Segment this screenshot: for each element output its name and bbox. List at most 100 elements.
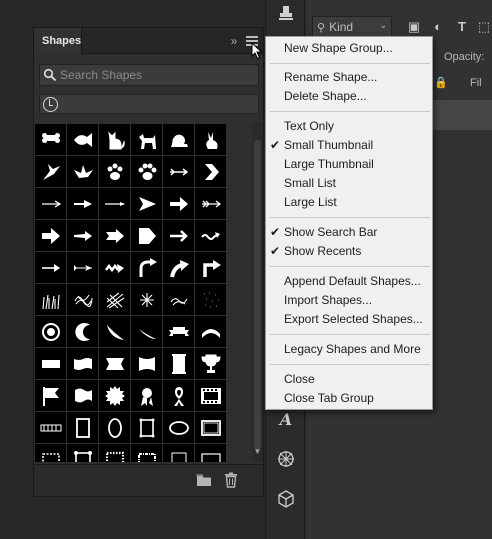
menu-item-import-shapes[interactable]: Import Shapes...	[284, 291, 372, 310]
shape-thumbnail-crescent[interactable]	[67, 316, 98, 347]
shape-thumbnail-arrow-simple[interactable]	[35, 252, 66, 283]
pattern-icon[interactable]	[272, 446, 300, 472]
menu-item-close-tab-group[interactable]: Close Tab Group	[284, 389, 374, 408]
shape-thumbnail-frame-oval[interactable]	[99, 412, 130, 443]
shape-thumbnail-scroll-paper[interactable]	[163, 348, 194, 379]
shape-thumbnail-flag[interactable]	[35, 380, 66, 411]
collapse-panel-icon[interactable]: »	[227, 33, 241, 49]
3d-cube-icon[interactable]	[272, 486, 300, 512]
scroll-down-arrow-icon[interactable]: ▼	[253, 447, 262, 457]
shape-thumbnail-arrow-thin[interactable]	[35, 188, 66, 219]
shape-thumbnail-arrow-curve-up[interactable]	[163, 252, 194, 283]
menu-item-small-list[interactable]: Small List	[284, 174, 336, 193]
shape-thumbnail-arrow-corner[interactable]	[195, 252, 226, 283]
shape-thumbnail-leaf-texture[interactable]	[99, 284, 130, 315]
clock-icon[interactable]	[43, 97, 58, 112]
shape-thumbnail-frame-square[interactable]	[195, 412, 226, 443]
shape-thumbnail-frame-thin[interactable]	[163, 444, 194, 462]
stamp-icon[interactable]	[272, 0, 300, 26]
shape-thumbnail-scroll-splash[interactable]	[163, 284, 194, 315]
shape-thumbnail-wave-arrow[interactable]	[195, 220, 226, 251]
shape-thumbnail-frame-grunge[interactable]	[131, 444, 162, 462]
shape-thumbnail-border-ruler[interactable]	[35, 412, 66, 443]
type-filter-icon[interactable]: T	[454, 19, 470, 35]
shape-thumbnail-fish[interactable]	[67, 124, 98, 155]
shape-thumbnail-banner-wavy[interactable]	[67, 348, 98, 379]
shape-thumbnail-arrow-dart[interactable]	[67, 252, 98, 283]
shape-thumbnail-arrow-bold[interactable]	[163, 188, 194, 219]
menu-item-large-thumbnail[interactable]: Large Thumbnail	[284, 155, 374, 174]
shape-thumbnail-squiggle-arrow[interactable]	[99, 252, 130, 283]
shape-thumbnail-bird-flying[interactable]	[35, 156, 66, 187]
shape-thumbnail-arrow-pentagon[interactable]	[131, 220, 162, 251]
shape-thumbnail-frame-ornate[interactable]	[131, 412, 162, 443]
shape-thumbnail-banner-notched[interactable]	[99, 348, 130, 379]
shape-thumbnail-arrow-thin-long[interactable]	[99, 188, 130, 219]
shape-thumbnail-dove[interactable]	[67, 156, 98, 187]
menu-item-legacy-shapes[interactable]: Legacy Shapes and More	[284, 340, 421, 359]
menu-item-rename-shape[interactable]: Rename Shape...	[284, 68, 377, 87]
shape-thumbnail-arrow-fletched[interactable]	[195, 188, 226, 219]
shape-thumbnail-arrow-block[interactable]	[35, 220, 66, 251]
shape-thumbnail-arrow-point[interactable]	[67, 220, 98, 251]
menu-item-small-thumbnail[interactable]: ✔ Small Thumbnail	[270, 136, 373, 155]
shape-thumbnail-frame-rectangle[interactable]	[67, 412, 98, 443]
menu-item-append-default-shapes[interactable]: Append Default Shapes...	[284, 272, 421, 291]
shape-thumbnail-banner-rectangle[interactable]	[35, 348, 66, 379]
shape-thumbnail-seal-badge[interactable]	[99, 380, 130, 411]
shape-thumbnail-bone[interactable]	[35, 124, 66, 155]
scrollbar[interactable]: ▼	[252, 122, 263, 462]
shape-thumbnail-awareness-ribbon[interactable]	[163, 380, 194, 411]
tab-shapes[interactable]: Shapes	[34, 28, 82, 54]
menu-item-show-search-bar[interactable]: ✔ Show Search Bar	[270, 223, 377, 242]
shape-thumbnail-frame-wide[interactable]	[195, 444, 226, 462]
menu-item-text-only[interactable]: Text Only	[284, 117, 334, 136]
menu-item-close[interactable]: Close	[284, 370, 315, 389]
adjustment-filter-icon[interactable]: ◐	[430, 19, 446, 35]
shape-thumbnail-chevron-arrow[interactable]	[195, 156, 226, 187]
shape-thumbnail-cat[interactable]	[99, 124, 130, 155]
shape-filter-icon[interactable]: ⬚	[476, 19, 492, 35]
menu-item-delete-shape[interactable]: Delete Shape...	[284, 87, 367, 106]
kind-filter-dropdown[interactable]: ⚲ Kind ⌄	[312, 16, 392, 38]
shape-thumbnail-paw-print-alt[interactable]	[131, 156, 162, 187]
shape-thumbnail-arrow-feather[interactable]	[163, 156, 194, 187]
shape-thumbnail-scribble-texture[interactable]	[67, 284, 98, 315]
shape-thumbnail-snail[interactable]	[163, 124, 194, 155]
shape-thumbnail-filmstrip[interactable]	[195, 380, 226, 411]
shape-thumbnail-swoosh[interactable]	[131, 316, 162, 347]
shape-thumbnail-grass-texture[interactable]	[35, 284, 66, 315]
shape-thumbnail-arrow-turn-back[interactable]	[131, 252, 162, 283]
shape-thumbnail-frame-ellipse[interactable]	[163, 412, 194, 443]
shape-thumbnail-ornament[interactable]	[35, 316, 66, 347]
shape-thumbnail-ribbon-medal[interactable]	[131, 380, 162, 411]
lock-icon[interactable]: 🔒	[434, 76, 448, 89]
shape-thumbnail-frame-floral[interactable]	[67, 444, 98, 462]
shape-thumbnail-trophy[interactable]	[195, 348, 226, 379]
menu-item-new-shape-group[interactable]: New Shape Group...	[284, 39, 393, 58]
shape-thumbnail-banner-arch[interactable]	[195, 316, 226, 347]
shape-thumbnail-rabbit[interactable]	[195, 124, 226, 155]
shape-thumbnail-dots-texture[interactable]	[195, 284, 226, 315]
shape-thumbnail-arrow-right[interactable]	[163, 220, 194, 251]
shape-thumbnail-flag-wave[interactable]	[131, 348, 162, 379]
menu-item-export-selected-shapes[interactable]: Export Selected Shapes...	[284, 310, 423, 329]
menu-item-large-list[interactable]: Large List	[284, 193, 337, 212]
shape-thumbnail-dog[interactable]	[131, 124, 162, 155]
menu-item-show-recents[interactable]: ✔ Show Recents	[270, 242, 361, 261]
shape-thumbnail-splatter[interactable]	[131, 284, 162, 315]
search-input[interactable]	[60, 65, 255, 85]
shape-thumbnail-arrow-triangle[interactable]	[131, 188, 162, 219]
scrollbar-thumb[interactable]	[254, 140, 261, 450]
shape-thumbnail-paw-print[interactable]	[99, 156, 130, 187]
shape-thumbnail-frame-stamp[interactable]	[99, 444, 130, 462]
shape-thumbnail-swoosh-leaf[interactable]	[99, 316, 130, 347]
trash-icon[interactable]	[224, 472, 238, 488]
shape-thumbnail-arrow-notched[interactable]	[99, 220, 130, 251]
shape-thumbnail-flag-wavy[interactable]	[67, 380, 98, 411]
folder-icon[interactable]	[196, 473, 212, 487]
shape-thumbnail-banner-ribbon[interactable]	[163, 316, 194, 347]
shape-thumbnail-frame-scallop[interactable]	[35, 444, 66, 462]
image-filter-icon[interactable]: ▣	[406, 19, 422, 35]
shape-thumbnail-arrow-double-head[interactable]	[67, 188, 98, 219]
